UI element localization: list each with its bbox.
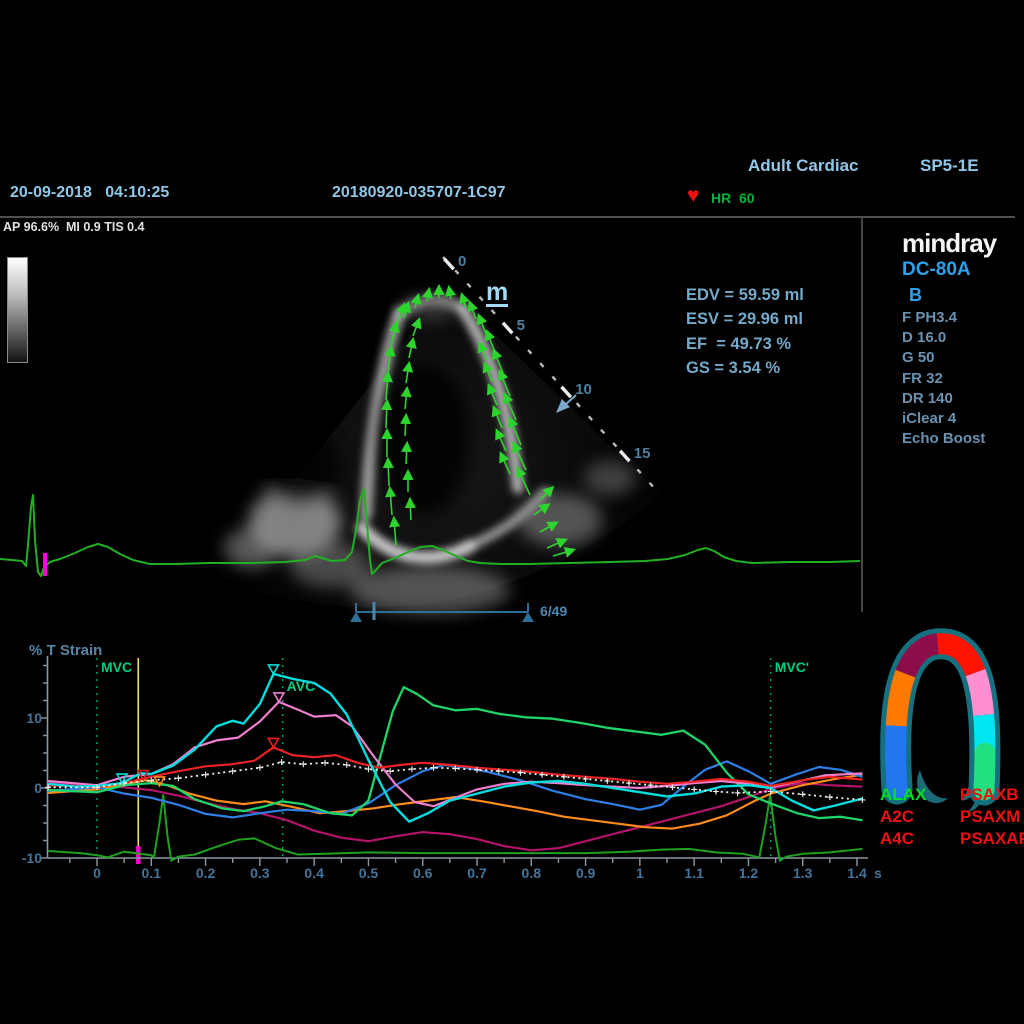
imaging-param: G 50 (902, 348, 985, 368)
x-axis-unit: s (874, 865, 882, 881)
mindray-watermark: m (486, 280, 508, 307)
legend-item: A2C (880, 806, 926, 828)
legend-item: PSAXB (960, 784, 1024, 806)
event-label: MVC' (775, 659, 809, 675)
imaging-param: Echo Boost (902, 429, 985, 449)
x-tick-label: 1 (636, 865, 644, 881)
study-id: 20180920-035707-1C97 (332, 184, 505, 202)
depth-label: 15 (634, 445, 651, 462)
ecg-frame-marker (43, 553, 47, 576)
x-tick-label: 0.8 (522, 865, 542, 881)
y-tick-label: 10 (26, 710, 42, 726)
imaging-param: DR 140 (902, 389, 985, 409)
imaging-mode: B (909, 285, 922, 306)
acoustic-power-status: AP 96.6% MI 0.9 TIS 0.4 (3, 220, 145, 234)
x-tick-label: 0.7 (467, 865, 487, 881)
ultrasound-screen: 051015 MVCAVCMVC'100-1000.10.20.30.40.50… (0, 0, 1024, 1024)
x-tick-label: 0.4 (304, 865, 324, 881)
imaging-param: FR 32 (902, 369, 985, 389)
y-tick-label: -10 (22, 850, 42, 866)
x-tick-label: 1.2 (739, 865, 759, 881)
chart-title: % T Strain (29, 642, 102, 659)
datetime: 20-09-2018 04:10:25 (10, 184, 169, 202)
measurement-line: EDV = 59.59 ml (686, 283, 804, 307)
chart-playhead[interactable] (136, 658, 141, 864)
peak-marker (268, 738, 278, 747)
panel-divider (861, 218, 863, 612)
x-tick-label: 0 (93, 865, 101, 881)
measurement-line: ESV = 29.96 ml (686, 307, 804, 331)
imaging-params: F PH3.4D 16.0G 50FR 32DR 140iClear 4Echo… (902, 308, 985, 449)
x-tick-label: 1.1 (684, 865, 704, 881)
device-model: DC-80A (902, 259, 971, 281)
grayscale-bar (7, 257, 28, 363)
depth-label: 0 (458, 253, 466, 270)
strain-curve-segment-pink (48, 702, 862, 806)
y-tick-label: 0 (34, 780, 42, 796)
brand-logo: mindray (902, 228, 996, 259)
legend-item: ALAX (880, 784, 926, 806)
frame-indicator: 6/49 (540, 603, 567, 619)
imaging-param: D 16.0 (902, 328, 985, 348)
event-label: MVC (101, 659, 132, 675)
graphics-layer: 051015 MVCAVCMVC'100-1000.10.20.30.40.50… (0, 0, 1024, 1024)
strain-chart: MVCAVCMVC'100-1000.10.20.30.40.50.60.70.… (22, 656, 882, 881)
measurement-line: EF = 49.73 % (686, 332, 804, 356)
view-legend-left: ALAXA2CA4C (880, 784, 926, 850)
x-tick-label: 0.5 (359, 865, 379, 881)
x-tick-label: 1.3 (793, 865, 813, 881)
measurement-line: GS = 3.54 % (686, 356, 804, 380)
heart-rate: HR 60 (711, 190, 755, 206)
depth-label: 10 (575, 381, 592, 398)
legend-item: PSAXAP (960, 828, 1024, 850)
measurement-results: EDV = 59.59 mlESV = 29.96 mlEF = 49.73 %… (686, 283, 804, 381)
legend-item: A4C (880, 828, 926, 850)
peak-marker (268, 665, 278, 674)
probe-model: SP5-1E (920, 156, 979, 176)
x-tick-label: 1.4 (847, 865, 867, 881)
imaging-param: iClear 4 (902, 409, 985, 429)
strain-curve-ecg (48, 795, 862, 861)
x-tick-label: 0.6 (413, 865, 433, 881)
x-tick-label: 0.1 (142, 865, 162, 881)
view-legend-right: PSAXBPSAXMPSAXAP (960, 784, 1024, 850)
x-tick-label: 0.3 (250, 865, 270, 881)
depth-label: 5 (517, 317, 525, 334)
x-tick-label: 0.2 (196, 865, 216, 881)
ultrasound-fan-image (218, 288, 662, 614)
exam-type: Adult Cardiac (748, 156, 859, 176)
legend-item: PSAXM (960, 806, 1024, 828)
x-tick-label: 0.9 (576, 865, 596, 881)
heart-icon: ♥ (687, 187, 699, 205)
imaging-param: F PH3.4 (902, 308, 985, 328)
